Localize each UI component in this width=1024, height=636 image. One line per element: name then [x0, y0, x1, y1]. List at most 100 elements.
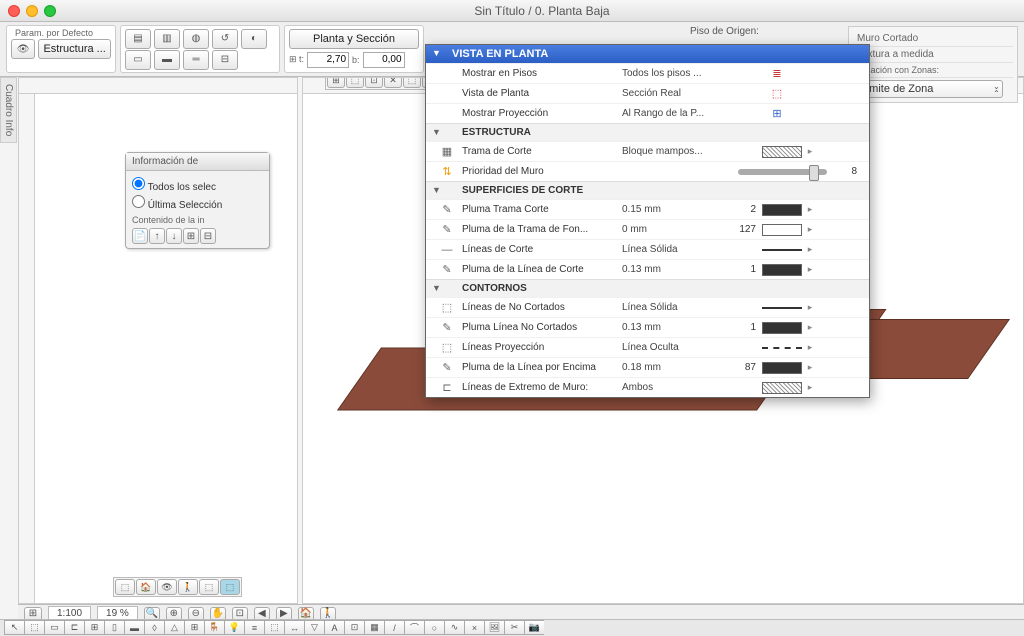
plan-mini-toolbar: ⬚ 🏠 👁 🚶 ⬚ ⬚ [113, 577, 242, 597]
dropdown-row[interactable]: —Líneas de CorteLínea Sólida▸ [426, 239, 869, 259]
cuadro-info-tab[interactable]: Cuadro Info [0, 77, 17, 143]
wall-tool-icon[interactable]: ▭ [44, 620, 64, 635]
tool-icon[interactable]: ▥ [154, 29, 180, 49]
wall-options-panel: Muro Cortado Textura a medida Relación c… [848, 26, 1018, 103]
palette-tool-icon[interactable]: ⊟ [200, 228, 216, 244]
close-window-icon[interactable] [8, 5, 20, 17]
dropdown-row[interactable]: ✎Pluma Trama Corte0.15 mm2▸ [426, 199, 869, 219]
estructura-dropdown[interactable]: Estructura ... [38, 39, 111, 59]
vista-en-planta-dropdown: ▼VISTA EN PLANTA Mostrar en PisosTodos l… [425, 44, 870, 398]
b-input[interactable] [363, 52, 405, 68]
nav-icon[interactable]: ⬚ [115, 579, 135, 595]
dropdown-section-superficies: ▼SUPERFICIES DE CORTE [426, 181, 869, 199]
tool-icon[interactable]: ↺ [212, 29, 238, 49]
door-tool-icon[interactable]: ⊏ [64, 620, 84, 635]
text-tool-icon[interactable]: A [324, 620, 344, 635]
params-label: Param. por Defecto [11, 28, 111, 38]
view-tool-icon[interactable]: ⬚ [403, 77, 421, 88]
contenido-label: Contenido de la in [132, 215, 263, 225]
nav-icon[interactable]: 🚶 [178, 579, 198, 595]
nav-icon[interactable]: ⬚ [220, 579, 240, 595]
dropdown-row[interactable]: ✎Pluma de la Línea de Corte0.13 mm1▸ [426, 259, 869, 279]
tool-icon[interactable]: ═ [183, 50, 209, 70]
hotspot-tool-icon[interactable]: × [464, 620, 484, 635]
arc-tool-icon[interactable]: ⌒ [404, 620, 424, 635]
piso-origen-label: Piso de Origen: [690, 26, 759, 37]
info-palette-header: Información de [126, 153, 269, 171]
view-tool-icon[interactable]: ⊞ [327, 77, 345, 88]
tool-icon[interactable]: ▬ [154, 50, 180, 70]
priority-slider[interactable] [738, 169, 827, 175]
radio-ultima[interactable]: Última Selección [132, 195, 263, 211]
ruler-horizontal [19, 78, 297, 94]
level-tool-icon[interactable]: ▽ [304, 620, 324, 635]
camera-tool-icon[interactable]: 📷 [524, 620, 544, 635]
dropdown-header[interactable]: ▼VISTA EN PLANTA [426, 45, 869, 63]
marquee-tool-icon[interactable]: ⬚ [24, 620, 44, 635]
nav-icon[interactable]: 🏠 [136, 579, 156, 595]
ruler-vertical [19, 94, 35, 603]
column-tool-icon[interactable]: ▯ [104, 620, 124, 635]
dropdown-row[interactable]: ▦Trama de CorteBloque mampos...▸ [426, 141, 869, 161]
dropdown-row[interactable]: ⬚Líneas de No CortadosLínea Sólida▸ [426, 297, 869, 317]
tool-icon[interactable]: ⊟ [212, 50, 238, 70]
slab-tool-icon[interactable]: ◊ [144, 620, 164, 635]
spline-tool-icon[interactable]: ∿ [444, 620, 464, 635]
lamp-tool-icon[interactable]: 💡 [224, 620, 244, 635]
traffic-lights [8, 5, 56, 17]
window-tool-icon[interactable]: ⊞ [84, 620, 104, 635]
plan-canvas[interactable]: Información de Todos los selec Última Se… [35, 94, 297, 603]
radio-todos[interactable]: Todos los selec [132, 177, 263, 193]
dropdown-row[interactable]: ⇅Prioridad del Muro8 [426, 161, 869, 181]
circle-tool-icon[interactable]: ○ [424, 620, 444, 635]
dropdown-row[interactable]: Vista de PlantaSección Real⬚ [426, 83, 869, 103]
info-palette: Información de Todos los selec Última Se… [125, 152, 270, 249]
textura-medida-option[interactable]: Textura a medida [853, 47, 1013, 63]
limite-zona-dropdown[interactable]: Límite de Zona [853, 80, 1003, 98]
zoom-window-icon[interactable] [44, 5, 56, 17]
palette-tool-icon[interactable]: ⊞ [183, 228, 199, 244]
minimize-window-icon[interactable] [26, 5, 38, 17]
view-tool-icon[interactable]: ⊡ [365, 77, 383, 88]
dimension-tool-icon[interactable]: ↔ [284, 620, 304, 635]
muro-cortado-option[interactable]: Muro Cortado [853, 31, 1013, 47]
dropdown-row[interactable]: ✎Pluma Línea No Cortados0.13 mm1▸ [426, 317, 869, 337]
palette-tool-icon[interactable]: ↓ [166, 228, 182, 244]
dropdown-row[interactable]: ✎Pluma de la Línea por Encima0.18 mm87▸ [426, 357, 869, 377]
window-titlebar: Sin Título / 0. Planta Baja [0, 0, 1024, 22]
arrow-tool-icon[interactable]: ↖ [4, 620, 24, 635]
beam-tool-icon[interactable]: ▬ [124, 620, 144, 635]
tool-icon[interactable]: ▭ [125, 50, 151, 70]
object-tool-icon[interactable]: 🪑 [204, 620, 224, 635]
dropdown-row[interactable]: ⬚Líneas ProyecciónLínea Oculta▸ [426, 337, 869, 357]
dropdown-row[interactable]: ⊏Líneas de Extremo de Muro:Ambos▸ [426, 377, 869, 397]
nav-icon[interactable]: ⬚ [199, 579, 219, 595]
section-tool-icon[interactable]: ✂ [504, 620, 524, 635]
line-tool-icon[interactable]: / [384, 620, 404, 635]
view-tool-icon[interactable]: ✕ [384, 77, 402, 88]
stair-tool-icon[interactable]: ≡ [244, 620, 264, 635]
tool-icon[interactable]: ▤ [125, 29, 151, 49]
fill-tool-icon[interactable]: ▦ [364, 620, 384, 635]
eye-icon[interactable]: 👁 [11, 39, 35, 59]
dropdown-row[interactable]: Mostrar en PisosTodos los pisos ...≣ [426, 63, 869, 83]
planta-seccion-button[interactable]: Planta y Sección [289, 29, 419, 49]
dropdown-row[interactable]: Mostrar ProyecciónAl Rango de la P...⊞ [426, 103, 869, 123]
zone-tool-icon[interactable]: ⬚ [264, 620, 284, 635]
palette-tool-icon[interactable]: ↑ [149, 228, 165, 244]
view-tool-icon[interactable]: ⬚ [346, 77, 364, 88]
mesh-tool-icon[interactable]: ⊞ [184, 620, 204, 635]
roof-tool-icon[interactable]: △ [164, 620, 184, 635]
bottom-tool-palette: ↖ ⬚ ▭ ⊏ ⊞ ▯ ▬ ◊ △ ⊞ 🪑 💡 ≡ ⬚ ↔ ▽ A ⊡ ▦ / … [0, 619, 1024, 636]
figure-tool-icon[interactable]: 🖼 [484, 620, 504, 635]
tool-icon[interactable]: ◍ [183, 29, 209, 49]
nav-icon[interactable]: 👁 [157, 579, 177, 595]
dropdown-row[interactable]: ✎Pluma de la Trama de Fon...0 mm127▸ [426, 219, 869, 239]
t-input[interactable] [307, 52, 349, 68]
label-tool-icon[interactable]: ⊡ [344, 620, 364, 635]
window-title: Sin Título / 0. Planta Baja [68, 4, 1016, 18]
palette-tool-icon[interactable]: 📄 [132, 228, 148, 244]
tool-icon[interactable]: ◐ [241, 29, 267, 49]
dropdown-section-estructura: ▼ESTRUCTURA [426, 123, 869, 141]
dropdown-section-contornos: ▼CONTORNOS [426, 279, 869, 297]
